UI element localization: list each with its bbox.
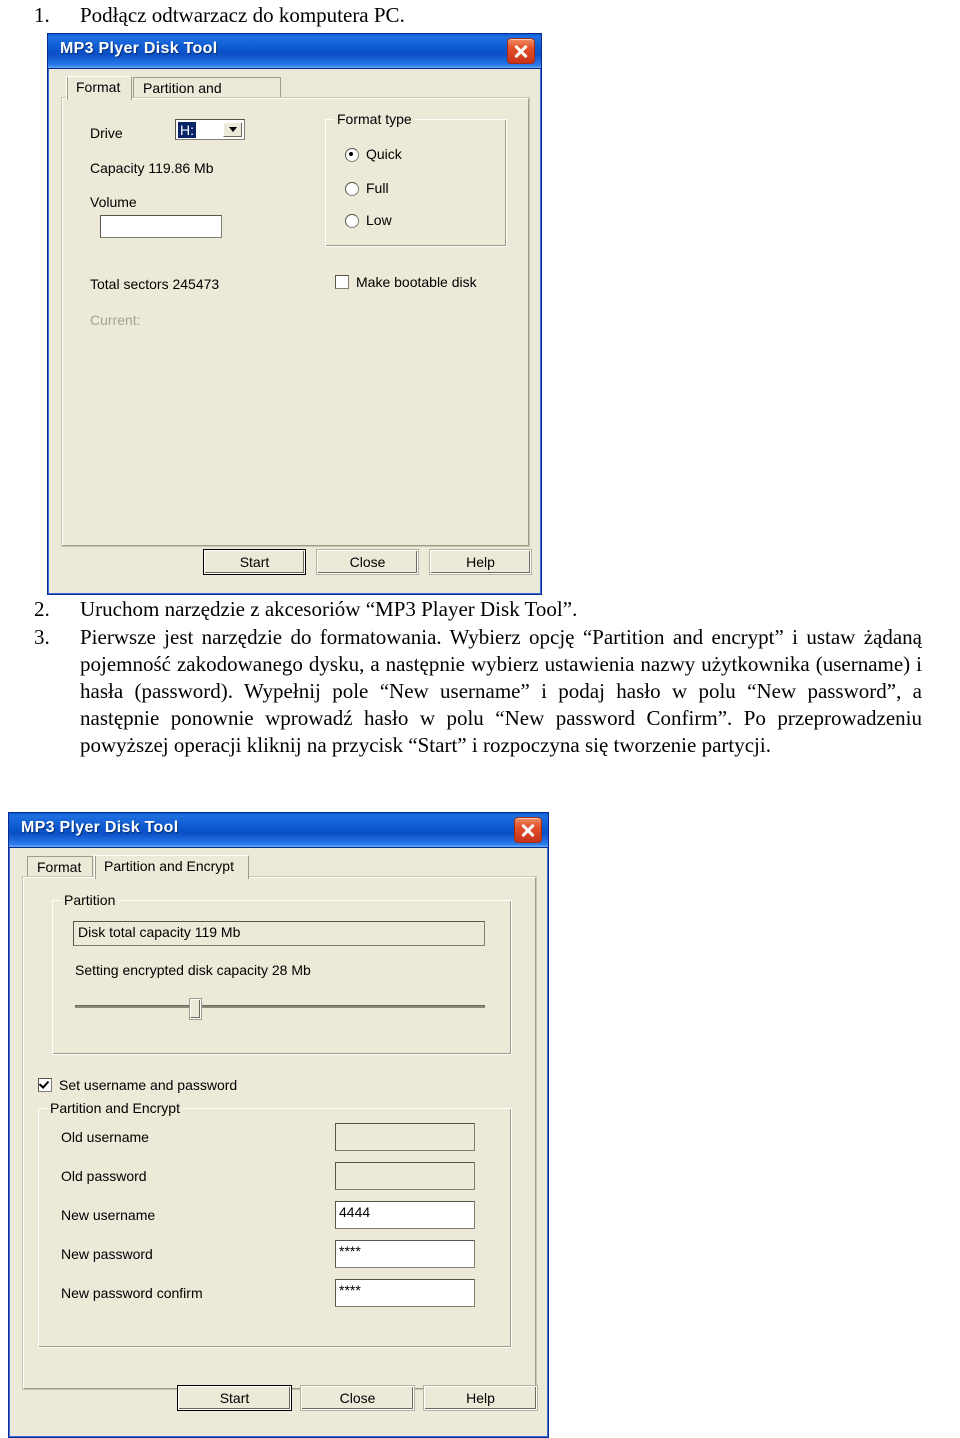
tab-format[interactable]: Format <box>27 856 93 878</box>
close-button[interactable]: Close <box>317 550 418 574</box>
radio-low-label: Low <box>366 212 392 228</box>
start-button-label: Start <box>219 1390 250 1406</box>
instruction-step-2: 2. Uruchom narzędzie z akcesoriów “MP3 P… <box>34 596 914 623</box>
new-password-confirm-label: New password confirm <box>61 1285 203 1301</box>
credentials-group: Partition and Encrypt Old username Old p… <box>38 1100 512 1348</box>
client-area-format: Format Partition and Encrypt Drive H: Ca… <box>52 69 537 590</box>
old-password-input[interactable] <box>335 1162 475 1190</box>
slider-thumb[interactable] <box>189 999 201 1019</box>
capacity-label: Capacity 119.86 Mb <box>90 160 214 176</box>
window-title: MP3 Plyer Disk Tool <box>60 40 218 57</box>
format-type-group: Format type Quick Full Low <box>325 111 507 247</box>
radio-quick-label: Quick <box>366 146 402 162</box>
set-credentials-checkbox[interactable]: Set username and password <box>38 1077 237 1093</box>
mp3-disk-tool-partition-window: MP3 Plyer Disk Tool Format Partition and… <box>8 812 549 1438</box>
encrypted-capacity-slider[interactable] <box>75 999 485 1019</box>
radio-dot-icon <box>345 182 359 196</box>
old-username-input[interactable] <box>335 1123 475 1151</box>
step-number: 2. <box>34 597 50 621</box>
close-button[interactable]: Close <box>301 1386 414 1410</box>
close-button-label: Close <box>339 1390 376 1406</box>
titlebar-format: MP3 Plyer Disk Tool <box>48 34 541 69</box>
window-title: MP3 Plyer Disk Tool <box>21 819 179 836</box>
new-password-label: New password <box>61 1246 153 1262</box>
volume-label: Volume <box>90 194 137 210</box>
tab-partition-and-encrypt[interactable]: Partition and Encrypt <box>133 77 281 112</box>
drive-label: Drive <box>90 125 123 141</box>
step-text: Pierwsze jest narzędzie do formatowania.… <box>80 625 922 757</box>
chevron-down-icon[interactable] <box>223 122 242 137</box>
titlebar-partition: MP3 Plyer Disk Tool <box>9 813 548 848</box>
old-username-label: Old username <box>61 1129 149 1145</box>
instruction-step-1: 1. Podłącz odtwarzacz do komputera PC. <box>34 2 554 29</box>
credentials-caption: Partition and Encrypt <box>47 1100 183 1116</box>
step-number: 1. <box>34 3 50 27</box>
format-type-caption: Format type <box>334 111 415 127</box>
radio-dot-icon <box>345 148 359 162</box>
radio-dot-icon <box>345 214 359 228</box>
new-password-confirm-input[interactable]: **** <box>335 1279 475 1307</box>
volume-input[interactable] <box>100 215 222 238</box>
tabstrip-format: Format Partition and Encrypt <box>66 76 529 112</box>
help-button[interactable]: Help <box>424 1386 537 1410</box>
slider-track <box>75 1005 485 1008</box>
step-number: 3. <box>34 625 50 649</box>
current-label: Current: <box>90 312 141 328</box>
drive-selected-value: H: <box>178 121 196 138</box>
partition-caption: Partition <box>61 892 119 908</box>
tabpanel-partition: Partition Disk total capacity 119 Mb Set… <box>23 877 536 1389</box>
radio-full-label: Full <box>366 180 389 196</box>
tab-partition-label: Partition and Encrypt <box>104 858 234 874</box>
new-password-input[interactable]: **** <box>335 1240 475 1268</box>
start-button[interactable]: Start <box>203 549 306 575</box>
instruction-step-3: 3. Pierwsze jest narzędzie do formatowan… <box>34 624 922 759</box>
new-username-label: New username <box>61 1207 156 1223</box>
partition-group: Partition Disk total capacity 119 Mb Set… <box>52 892 512 1055</box>
help-button-label: Help <box>466 1390 495 1406</box>
tab-partition-and-encrypt[interactable]: Partition and Encrypt <box>94 855 249 879</box>
set-credentials-label: Set username and password <box>59 1077 238 1093</box>
close-icon[interactable] <box>514 817 542 843</box>
disk-total-capacity-readout: Disk total capacity 119 Mb <box>73 921 485 946</box>
tab-format-label: Format <box>37 859 82 875</box>
total-sectors-label: Total sectors 245473 <box>90 276 220 292</box>
help-button-label: Help <box>466 554 495 570</box>
drive-select[interactable]: H: <box>175 119 245 140</box>
close-icon[interactable] <box>507 38 535 64</box>
checkbox-icon <box>38 1078 52 1092</box>
step-text: Uruchom narzędzie z akcesoriów “MP3 Play… <box>80 597 578 621</box>
client-area-partition: Format Partition and Encrypt Partition D… <box>13 848 544 1433</box>
help-button[interactable]: Help <box>430 550 531 574</box>
close-button-label: Close <box>349 554 386 570</box>
radio-quick[interactable]: Quick <box>345 146 402 162</box>
new-username-input[interactable]: 4444 <box>335 1201 475 1229</box>
radio-low[interactable]: Low <box>345 212 392 228</box>
old-password-label: Old password <box>61 1168 147 1184</box>
tab-format[interactable]: Format <box>66 76 132 100</box>
make-bootable-checkbox[interactable]: Make bootable disk <box>335 274 477 290</box>
tabpanel-format: Drive H: Capacity 119.86 Mb Volume Total… <box>62 98 529 546</box>
radio-full[interactable]: Full <box>345 180 389 196</box>
tabstrip-partition: Format Partition and Encrypt <box>27 855 536 879</box>
step-text: Podłącz odtwarzacz do komputera PC. <box>80 3 405 27</box>
tab-format-label: Format <box>76 79 121 95</box>
document-page: 1. Podłącz odtwarzacz do komputera PC. M… <box>0 0 960 1438</box>
start-button-label: Start <box>239 554 270 570</box>
start-button[interactable]: Start <box>177 1385 292 1411</box>
mp3-disk-tool-format-window: MP3 Plyer Disk Tool Format Partition and… <box>47 33 542 595</box>
checkbox-icon <box>335 275 349 289</box>
encrypted-capacity-label: Setting encrypted disk capacity 28 Mb <box>75 962 311 978</box>
make-bootable-label: Make bootable disk <box>356 274 477 290</box>
